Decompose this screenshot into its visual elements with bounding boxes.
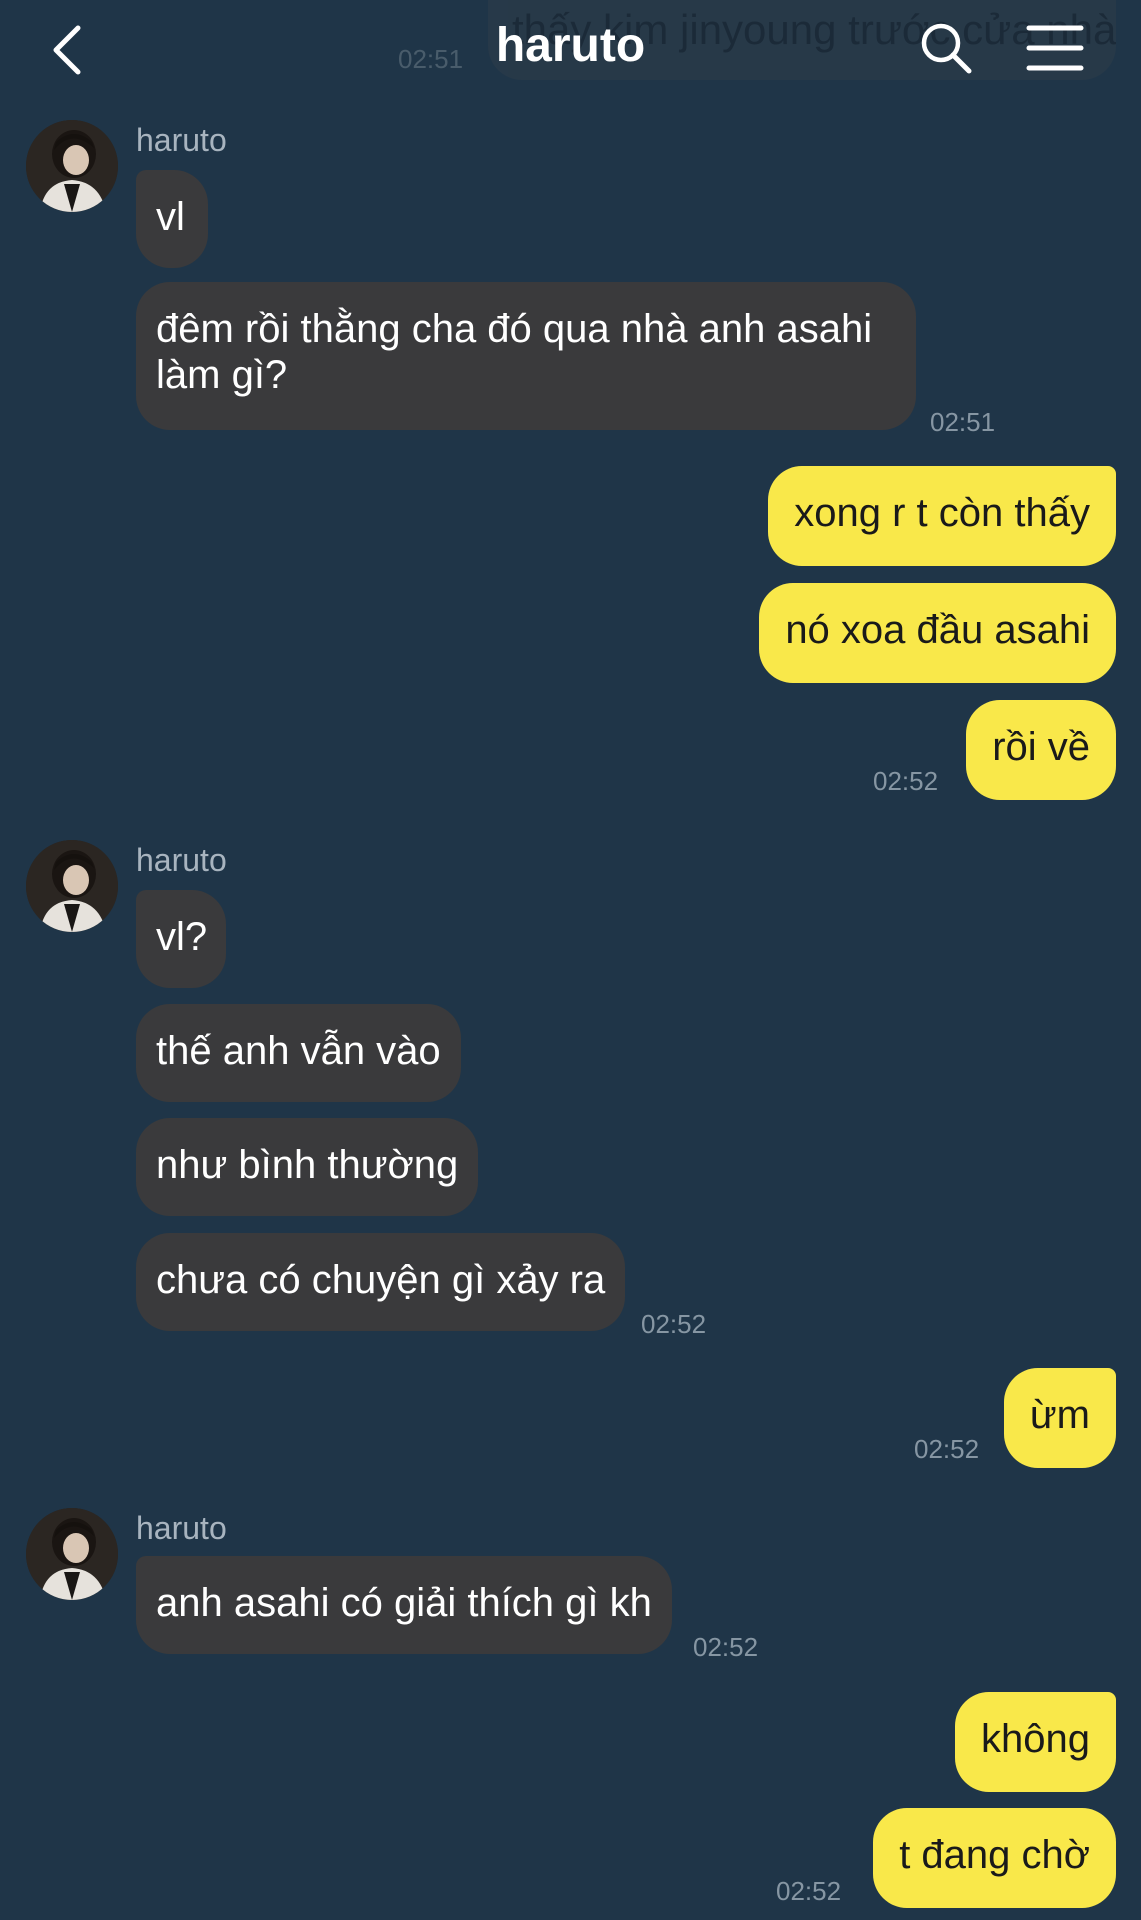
chat-screen: thấy kim jinyoung trước cửa nhà 02:51 ha… <box>0 0 1141 1920</box>
outgoing-message[interactable]: xong r t còn thấy <box>768 466 1116 566</box>
message-time: 02:52 <box>914 1434 980 1464</box>
message-time: 02:52 <box>693 1632 759 1662</box>
search-icon <box>921 23 972 74</box>
incoming-message[interactable]: thế anh vẫn vào <box>136 1004 461 1102</box>
sender-name: haruto <box>136 1510 227 1546</box>
incoming-message[interactable]: anh asahi có giải thích gì kh <box>136 1556 672 1654</box>
incoming-message[interactable]: đêm rồi thằng cha đó qua nhà anh asahi l… <box>136 282 916 430</box>
profile-photo-icon <box>26 120 118 212</box>
message-time: 02:51 <box>930 407 996 437</box>
outgoing-message[interactable]: nó xoa đầu asahi <box>759 583 1116 683</box>
sender-name: haruto <box>136 842 227 878</box>
search-button[interactable] <box>918 20 974 76</box>
outgoing-message[interactable]: ừm <box>1003 1368 1116 1468</box>
sender-name: haruto <box>136 122 227 158</box>
avatar[interactable] <box>26 120 118 212</box>
incoming-message[interactable]: vl? <box>136 890 226 988</box>
avatar[interactable] <box>26 840 118 932</box>
hamburger-menu-icon <box>1026 25 1084 71</box>
incoming-message[interactable]: chưa có chuyện gì xảy ra <box>136 1233 626 1331</box>
outgoing-message[interactable]: rồi về <box>966 700 1116 800</box>
incoming-message[interactable]: vl <box>136 170 208 268</box>
outgoing-message[interactable]: không <box>955 1692 1116 1792</box>
message-time: 02:52 <box>641 1309 707 1339</box>
profile-photo-icon <box>26 1508 118 1600</box>
profile-photo-icon <box>26 840 118 932</box>
outgoing-message[interactable]: t đang chờ <box>873 1808 1116 1908</box>
message-time: 02:52 <box>873 766 939 796</box>
chat-header: thấy kim jinyoung trước cửa nhà 02:51 ha… <box>0 0 1141 96</box>
avatar[interactable] <box>26 1508 118 1600</box>
incoming-message[interactable]: như bình thường <box>136 1118 479 1216</box>
menu-button[interactable] <box>1026 22 1084 74</box>
message-time: 02:52 <box>776 1876 842 1906</box>
